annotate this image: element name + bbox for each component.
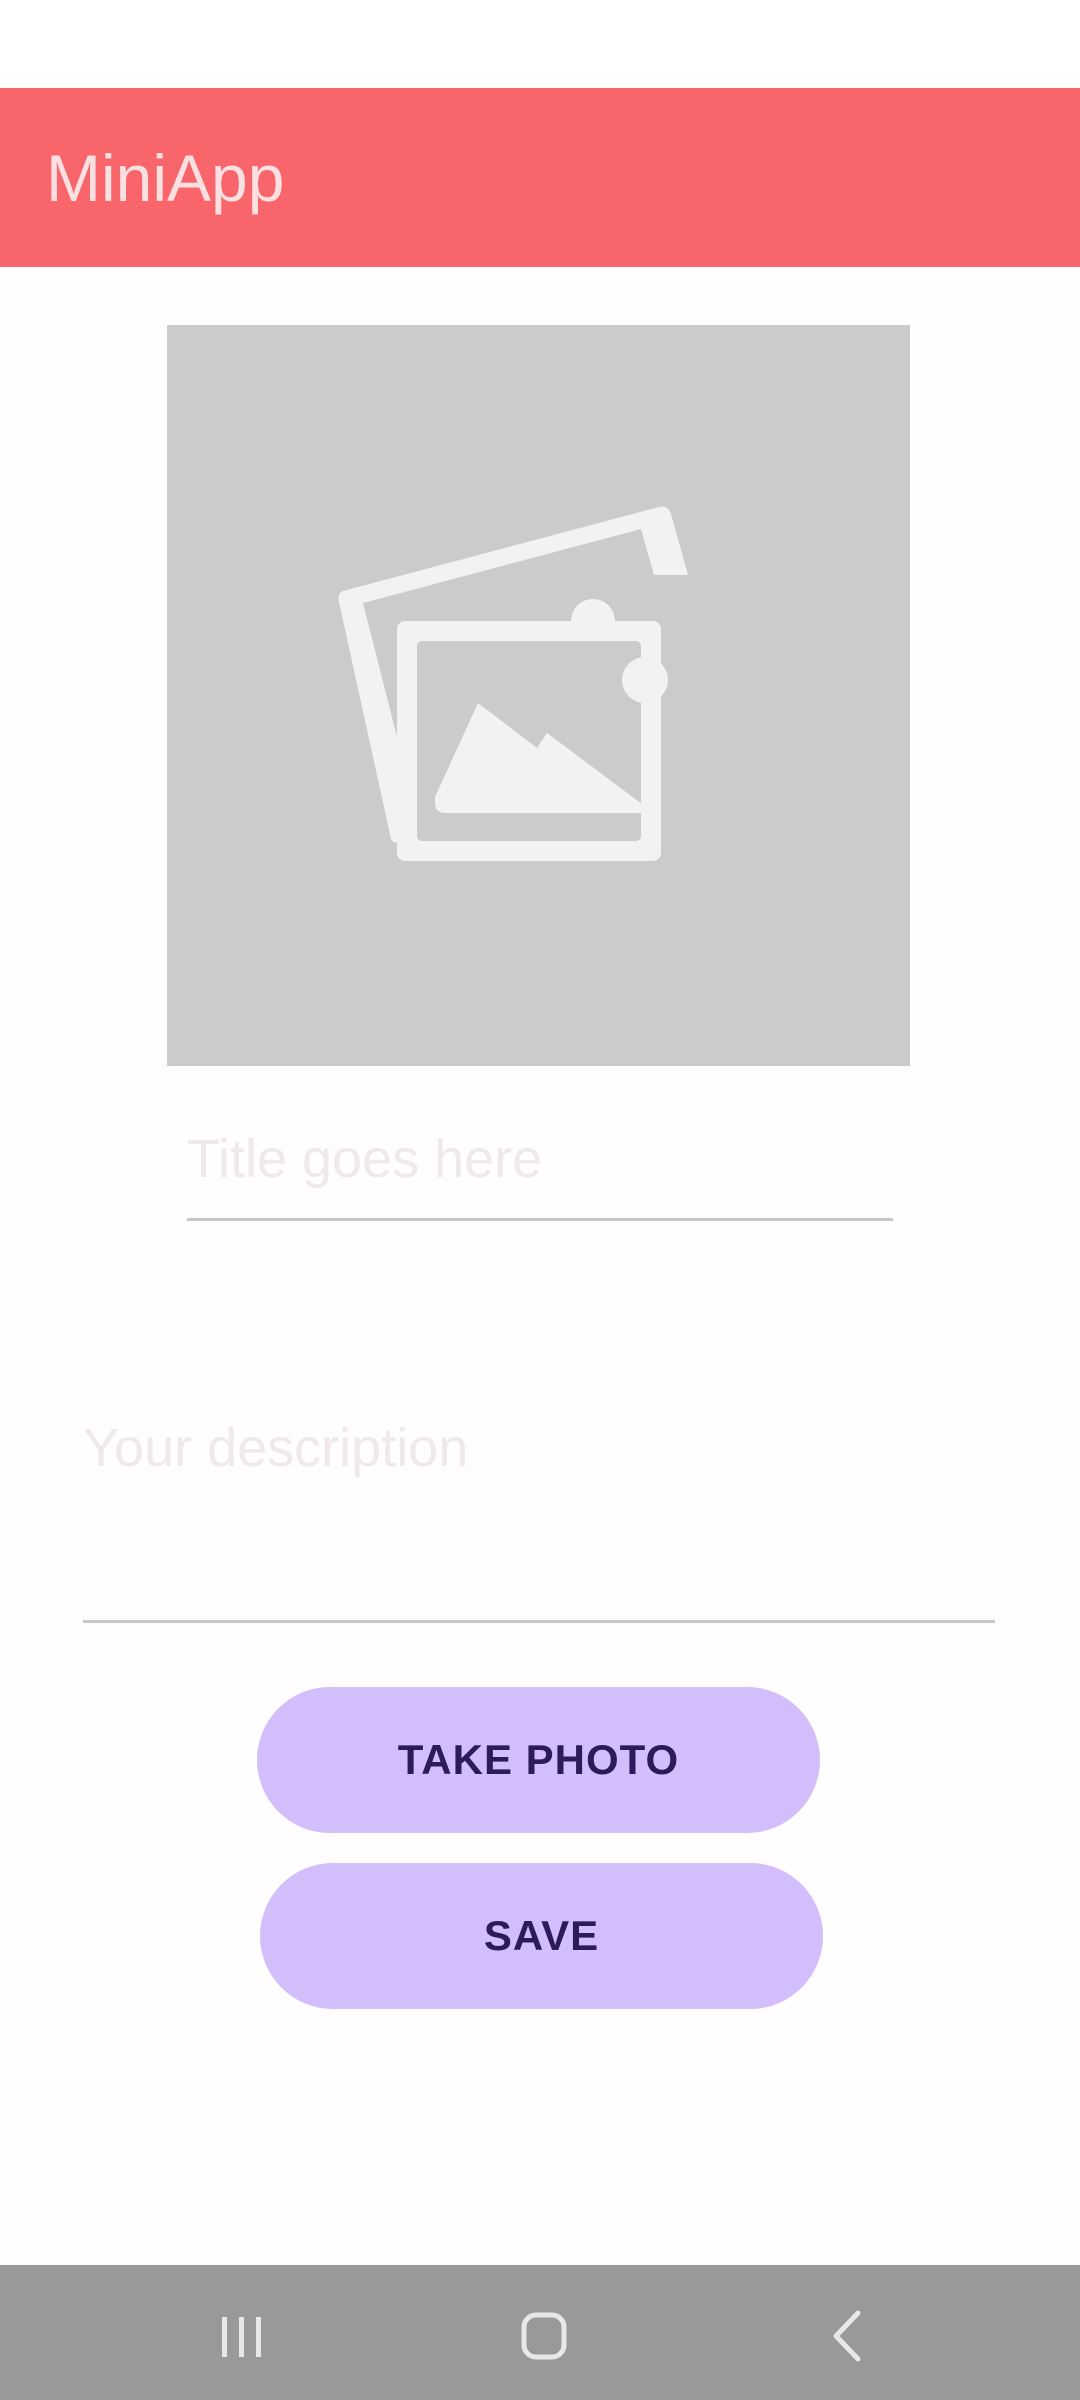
take-photo-button[interactable]: TAKE PHOTO — [257, 1687, 820, 1833]
app-bar: MiniApp — [0, 88, 1080, 267]
back-photo-sun — [571, 599, 615, 621]
recents-icon[interactable] — [202, 2295, 282, 2375]
home-icon[interactable] — [504, 2295, 584, 2375]
back-icon[interactable] — [808, 2295, 888, 2375]
system-nav-bar — [0, 2265, 1080, 2400]
image-preview[interactable] — [167, 325, 910, 1066]
title-field[interactable] — [187, 1100, 893, 1221]
status-bar — [0, 0, 1080, 88]
description-input[interactable] — [83, 1400, 995, 1623]
sun-shape — [622, 657, 668, 703]
title-input[interactable] — [187, 1100, 893, 1221]
description-field[interactable] — [83, 1400, 995, 1626]
save-button[interactable]: SAVE — [260, 1863, 823, 2009]
image-placeholder-icon — [338, 506, 688, 861]
app-title: MiniApp — [46, 141, 285, 215]
